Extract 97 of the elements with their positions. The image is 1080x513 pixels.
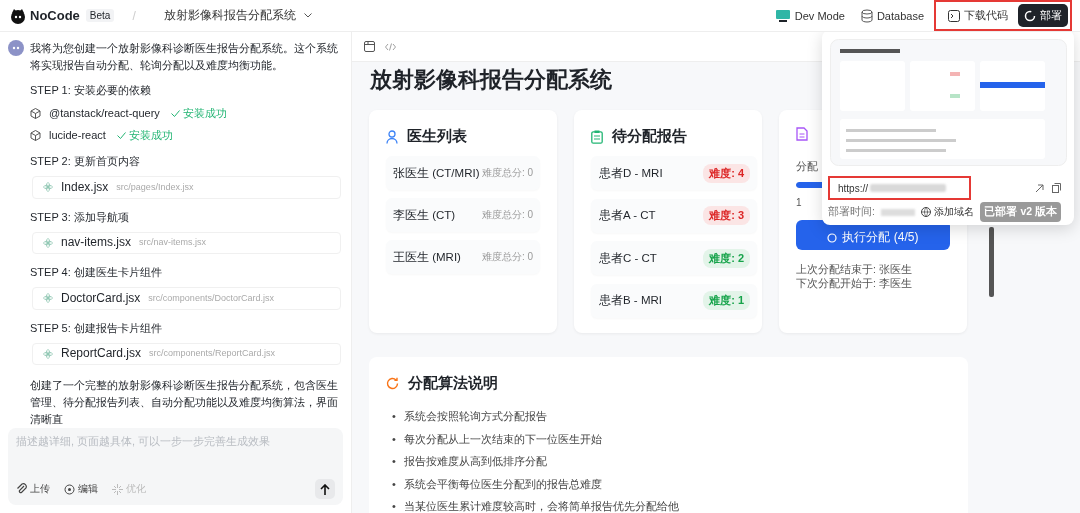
patient-name: 患者D - MRI — [599, 165, 663, 181]
url-field[interactable]: https:// — [828, 176, 971, 200]
app-logo-text: NoCode — [30, 8, 80, 23]
file-path: src/nav-items.jsx — [139, 236, 207, 250]
arrow-up-icon — [320, 483, 330, 495]
dev-mode-button[interactable]: Dev Mode — [768, 5, 851, 26]
difficulty-score: 难度总分: 0 — [481, 166, 533, 180]
rotate-icon — [386, 377, 399, 390]
package-icon — [30, 108, 41, 119]
file-name: DoctorCard.jsx — [61, 289, 141, 307]
progress-label: 分配 — [796, 159, 819, 174]
bullet-marker: • — [392, 409, 396, 424]
difficulty-score: 难度总分: 0 — [481, 250, 533, 264]
user-icon — [386, 129, 398, 144]
file-name: Index.jsx — [61, 178, 109, 196]
bot-avatar-icon — [8, 40, 24, 56]
patient-name: 患者B - MRI — [599, 293, 662, 308]
check-icon — [116, 132, 126, 139]
package-name: lucide-react — [49, 128, 106, 143]
beta-badge: Beta — [85, 9, 115, 22]
bullet-marker: • — [392, 499, 396, 513]
card-title: 分配算法说明 — [408, 374, 498, 393]
bullet-text: 系统会按照轮询方式分配报告 — [403, 409, 547, 424]
chevron-down-icon — [303, 13, 312, 18]
browser-icon[interactable] — [364, 41, 375, 52]
edit-button[interactable]: 编辑 — [64, 482, 98, 496]
bullet-marker: • — [392, 476, 396, 492]
file-name: ReportCard.jsx — [61, 345, 142, 363]
database-button[interactable]: Database — [854, 5, 930, 26]
react-icon — [43, 237, 53, 248]
upload-button[interactable]: 上传 — [16, 482, 50, 496]
difficulty-badge: 难度: 2 — [703, 248, 750, 268]
project-dropdown[interactable]: 放射影像科报告分配系统 — [157, 6, 318, 25]
bullet-marker: • — [392, 454, 396, 469]
clipboard-icon — [591, 129, 603, 144]
step-title: STEP 5: 创建报告卡片组件 — [30, 320, 163, 336]
send-button[interactable] — [315, 479, 335, 499]
check-icon — [170, 110, 180, 117]
patient-name: 患者C - CT — [599, 250, 657, 266]
difficulty-badge: 难度: 4 — [703, 163, 750, 183]
blurred-time — [880, 208, 915, 216]
database-icon[interactable] — [860, 8, 873, 23]
step-title: STEP 2: 更新首页内容 — [30, 154, 141, 169]
scrollbar[interactable] — [989, 227, 994, 297]
file-path: src/components/ReportCard.jsx — [149, 347, 276, 361]
react-icon — [43, 293, 53, 304]
paperclip-icon[interactable] — [16, 483, 27, 495]
breadcrumb-separator: / — [132, 8, 136, 23]
difficulty-badge: 难度: 1 — [703, 291, 750, 310]
deploy-time-label: 部署时间: — [828, 205, 875, 219]
cat-logo-icon — [10, 7, 26, 24]
target-icon[interactable] — [64, 483, 75, 495]
step-title: STEP 4: 创建医生卡片组件 — [30, 265, 163, 280]
download-code-button[interactable]: 下载代码 — [942, 5, 1014, 26]
page-title: 放射影像科报告分配系统 — [370, 66, 613, 94]
package-name: @tanstack/react-query — [49, 106, 160, 121]
allocation-note: 上次分配结束于: 张医生 — [796, 262, 913, 276]
doctor-name: 李医生 (CT) — [393, 207, 456, 223]
monitor-icon[interactable] — [774, 8, 791, 23]
step-title: STEP 1: 安装必要的依赖 — [30, 83, 152, 98]
file-card[interactable]: nav-items.jsx src/nav-items.jsx — [32, 231, 341, 254]
install-status: 安装成功 — [182, 106, 227, 121]
package-icon — [30, 130, 41, 141]
bullet-text: 每次分配从上一次结束的下一位医生开始 — [403, 431, 602, 447]
react-icon — [43, 348, 53, 359]
globe-icon — [921, 207, 932, 217]
patient-name: 患者A - CT — [599, 208, 656, 223]
file-path: src/pages/Index.jsx — [116, 180, 194, 194]
message-text: 创建了一个完整的放射影像科诊断医生报告分配系统，包含医生管理、待分配报告列表、自动分配功能以及难度均衡算法，界面清晰直 — [30, 378, 339, 427]
progress-count: 1 — [796, 197, 802, 208]
external-link-icon[interactable] — [1035, 183, 1044, 193]
copy-icon[interactable] — [1052, 183, 1061, 193]
doctor-name: 王医生 (MRI) — [393, 249, 461, 265]
terminal-icon[interactable] — [948, 9, 960, 22]
file-path: src/components/DoctorCard.jsx — [148, 291, 274, 305]
add-domain-button[interactable]: 添加域名 — [921, 205, 975, 219]
bullet-text: 系统会平衡每位医生分配到的报告总难度 — [403, 476, 602, 492]
loader-icon[interactable] — [1024, 9, 1036, 22]
react-icon — [43, 182, 53, 193]
allocation-note: 下次分配开始于: 李医生 — [796, 276, 913, 290]
file-card[interactable]: ReportCard.jsx src/components/ReportCard.jsx — [32, 342, 341, 365]
difficulty-badge: 难度: 3 — [703, 206, 750, 225]
bullet-text: 当某位医生累计难度较高时，会将简单报告优先分配给他 — [403, 499, 679, 513]
step-title: STEP 3: 添加导航项 — [30, 209, 130, 225]
file-name: nav-items.jsx — [61, 234, 131, 252]
file-card[interactable]: Index.jsx src/pages/Index.jsx — [32, 176, 341, 199]
message-text: 我将为您创建一个放射影像科诊断医生报告分配系统。这个系统将实现报告自动分配、轮询分配以及难度均衡功能。 — [30, 41, 339, 73]
card-title: 医生列表 — [407, 127, 467, 146]
difficulty-score: 难度总分: 0 — [481, 208, 533, 222]
doctor-name: 张医生 (CT/MRI) — [393, 165, 480, 181]
file-icon — [796, 127, 808, 141]
bullet-marker: • — [392, 431, 396, 447]
deploy-button[interactable]: 部署 — [1018, 4, 1068, 27]
file-card[interactable]: DoctorCard.jsx src/components/DoctorCard.jsx — [32, 287, 341, 310]
card-title: 待分配报告 — [612, 127, 687, 146]
install-status: 安装成功 — [128, 128, 173, 143]
bullet-text: 报告按难度从高到低排序分配 — [403, 454, 547, 469]
